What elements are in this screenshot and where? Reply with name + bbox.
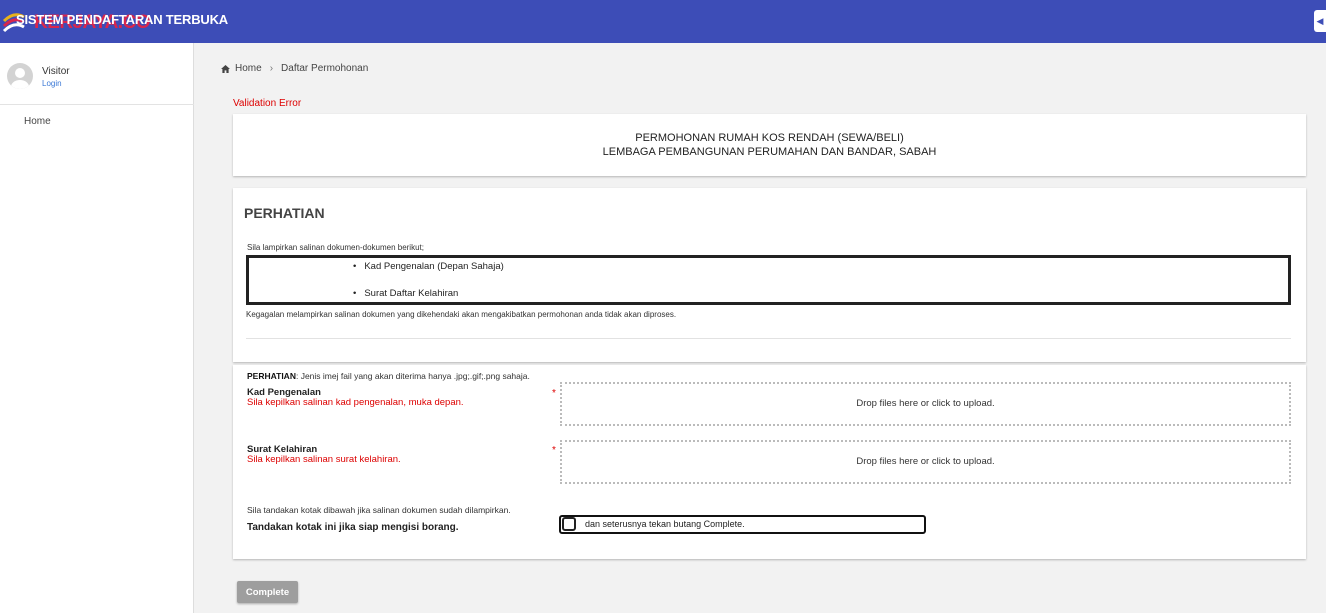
breadcrumb: Home › Daftar Permohonan [221, 63, 368, 74]
confirm-checkbox-label: dan seterusnya tekan butang Complete. [585, 519, 745, 529]
sidebar: Visitor Login Home [0, 43, 194, 613]
validation-error: Validation Error [233, 98, 302, 109]
file-type-note-bold: PERHATIAN [247, 371, 296, 381]
list-item: Kad Pengenalan (Depan Sahaja) [353, 261, 503, 272]
file-type-note-text: : Jenis imej fail yang akan diterima han… [295, 371, 530, 381]
upload-card: PERHATIAN: Jenis imej fail yang akan dit… [233, 365, 1306, 559]
login-link[interactable]: Login [42, 79, 62, 88]
home-icon [221, 64, 230, 73]
perhatian-card: PERHATIAN Sila lampirkan salinan dokumen… [233, 188, 1306, 362]
avatar [7, 63, 33, 89]
dropzone-kad-pengenalan[interactable]: Drop files here or click to upload. [560, 382, 1291, 426]
divider [246, 338, 1291, 339]
required-mark: * [552, 388, 556, 399]
user-panel: Visitor Login [0, 43, 194, 105]
sidebar-item-home[interactable]: Home [24, 116, 51, 127]
document-list: Kad Pengenalan (Depan Sahaja) Surat Daft… [246, 255, 1291, 305]
confirm-label: Tandakan kotak ini jika siap mengisi bor… [247, 522, 459, 533]
user-icon [11, 68, 29, 89]
complete-button[interactable]: Complete [237, 581, 298, 603]
field-help-kad-pengenalan: Sila kepilkan salinan kad pengenalan, mu… [247, 397, 464, 408]
file-type-note: PERHATIAN: Jenis imej fail yang akan dit… [247, 371, 530, 381]
top-navbar: KERJAYA.CO SISTEM PENDAFTARAN TERBUKA ◀ [0, 0, 1326, 43]
perhatian-heading: PERHATIAN [244, 205, 325, 221]
main-content: Home › Daftar Permohonan Validation Erro… [194, 43, 1326, 613]
dropzone-surat-kelahiran[interactable]: Drop files here or click to upload. [560, 440, 1291, 484]
confirm-note: Sila tandakan kotak dibawah jika salinan… [247, 505, 511, 515]
breadcrumb-separator: › [269, 63, 274, 74]
required-mark: * [552, 445, 556, 456]
perhatian-intro: Sila lampirkan salinan dokumen-dokumen b… [247, 243, 424, 252]
confirm-checkbox[interactable] [562, 517, 576, 531]
form-title-line2: LEMBAGA PEMBANGUNAN PERUMAHAN DAN BANDAR… [602, 146, 937, 158]
perhatian-warning: Kegagalan melampirkan salinan dokumen ya… [246, 310, 677, 319]
breadcrumb-home[interactable]: Home [235, 63, 262, 74]
form-title-line1: PERMOHONAN RUMAH KOS RENDAH (SEWA/BELI) [635, 132, 904, 144]
app-title[interactable]: SISTEM PENDAFTARAN TERBUKA [16, 12, 228, 27]
breadcrumb-current: Daftar Permohonan [281, 63, 369, 74]
confirm-checkbox-group: dan seterusnya tekan butang Complete. [559, 515, 926, 534]
list-item: Surat Daftar Kelahiran [353, 288, 458, 299]
form-title-card: PERMOHONAN RUMAH KOS RENDAH (SEWA/BELI) … [233, 114, 1306, 176]
field-help-surat-kelahiran: Sila kepilkan salinan surat kelahiran. [247, 454, 401, 465]
user-name: Visitor [42, 66, 70, 77]
menu-toggle-icon[interactable]: ◀ [1314, 10, 1326, 32]
